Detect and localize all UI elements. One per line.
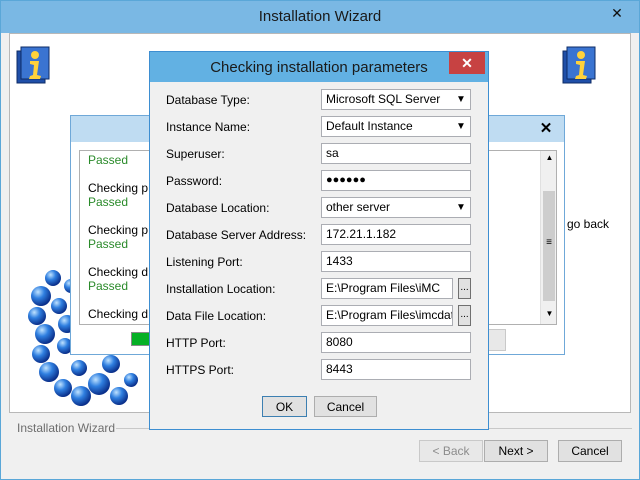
check-label: Checking p — [88, 223, 149, 237]
check-status: Passed — [88, 279, 129, 293]
check-label: Checking d — [88, 307, 149, 321]
scroll-up-icon[interactable]: ▲ — [541, 153, 556, 162]
listening-port-input[interactable]: 1433 — [321, 251, 471, 272]
dialog-title-bar: Checking installation parameters — [150, 52, 488, 82]
check-status: Passed — [88, 237, 129, 251]
list-item: Checking d Passed — [88, 265, 148, 293]
password-label: Password: — [166, 174, 223, 188]
dialog-close-button[interactable]: ✕ — [449, 52, 485, 74]
list-item: Checking p Passed — [88, 181, 148, 209]
superuser-input[interactable]: sa — [321, 143, 471, 164]
database-location-select[interactable]: other server ▼ — [321, 197, 471, 218]
database-type-label: Database Type: — [166, 93, 250, 107]
database-location-label: Database Location: — [166, 201, 270, 215]
check-status: Passed — [88, 195, 129, 209]
info-icon — [15, 45, 51, 85]
wizard-cancel-button[interactable]: Cancel — [558, 440, 622, 462]
database-type-value: Microsoft SQL Server — [326, 92, 441, 106]
back-button[interactable]: < Back — [419, 440, 483, 462]
go-back-hint-text: go back — [567, 217, 610, 231]
listening-port-label: Listening Port: — [166, 255, 243, 269]
database-server-address-input[interactable]: 172.21.1.182 — [321, 224, 471, 245]
ok-button[interactable]: OK — [262, 396, 307, 417]
data-file-location-input[interactable]: E:\Program Files\imcdata — [321, 305, 453, 326]
data-file-location-label: Data File Location: — [166, 309, 267, 323]
wizard-footer-label: Installation Wizard — [17, 421, 116, 435]
installation-location-label: Installation Location: — [166, 282, 276, 296]
scroll-down-icon[interactable]: ▼ — [541, 309, 556, 318]
check-label: Checking p — [88, 181, 149, 195]
info-icon — [561, 45, 597, 85]
check-status: Passed — [88, 153, 129, 167]
https-port-label: HTTPS Port: — [166, 363, 235, 377]
list-item: Checking p Passed — [88, 223, 148, 251]
dialog-cancel-button[interactable]: Cancel — [314, 396, 377, 417]
list-item: Checking d — [88, 307, 148, 321]
wizard-close-button[interactable]: ✕ — [602, 3, 632, 23]
chevron-down-icon[interactable]: ▼ — [454, 90, 468, 109]
data-file-location-browse-button[interactable]: ... — [458, 305, 471, 326]
instance-name-select[interactable]: Default Instance ▼ — [321, 116, 471, 137]
chevron-down-icon[interactable]: ▼ — [454, 198, 468, 217]
list-item: Passed — [88, 151, 129, 167]
scroll-thumb[interactable]: ≡ — [543, 191, 555, 301]
database-type-select[interactable]: Microsoft SQL Server ▼ — [321, 89, 471, 110]
installation-location-browse-button[interactable]: ... — [458, 278, 471, 299]
password-input[interactable]: ●●●●●● — [321, 170, 471, 191]
installation-parameters-dialog: Checking installation parameters ✕ Datab… — [149, 51, 489, 430]
instance-name-value: Default Instance — [326, 119, 413, 133]
dialog-title: Checking installation parameters — [210, 59, 428, 76]
installation-location-input[interactable]: E:\Program Files\iMC — [321, 278, 453, 299]
superuser-label: Superuser: — [166, 147, 225, 161]
http-port-label: HTTP Port: — [166, 336, 226, 350]
wizard-title: Installation Wizard — [258, 8, 382, 25]
wizard-title-bar: Installation Wizard — [1, 1, 639, 33]
next-button[interactable]: Next > — [484, 440, 548, 462]
check-label: Checking d — [88, 265, 149, 279]
progress-dialog-close-button[interactable]: ✕ — [533, 119, 559, 139]
database-location-value: other server — [326, 200, 391, 214]
database-server-address-label: Database Server Address: — [166, 228, 307, 242]
scroll-grip-icon: ≡ — [546, 237, 552, 248]
https-port-input[interactable]: 8443 — [321, 359, 471, 380]
instance-name-label: Instance Name: — [166, 120, 251, 134]
http-port-input[interactable]: 8080 — [321, 332, 471, 353]
vertical-scrollbar[interactable]: ▲ ≡ ▼ — [540, 151, 556, 324]
chevron-down-icon[interactable]: ▼ — [454, 117, 468, 136]
